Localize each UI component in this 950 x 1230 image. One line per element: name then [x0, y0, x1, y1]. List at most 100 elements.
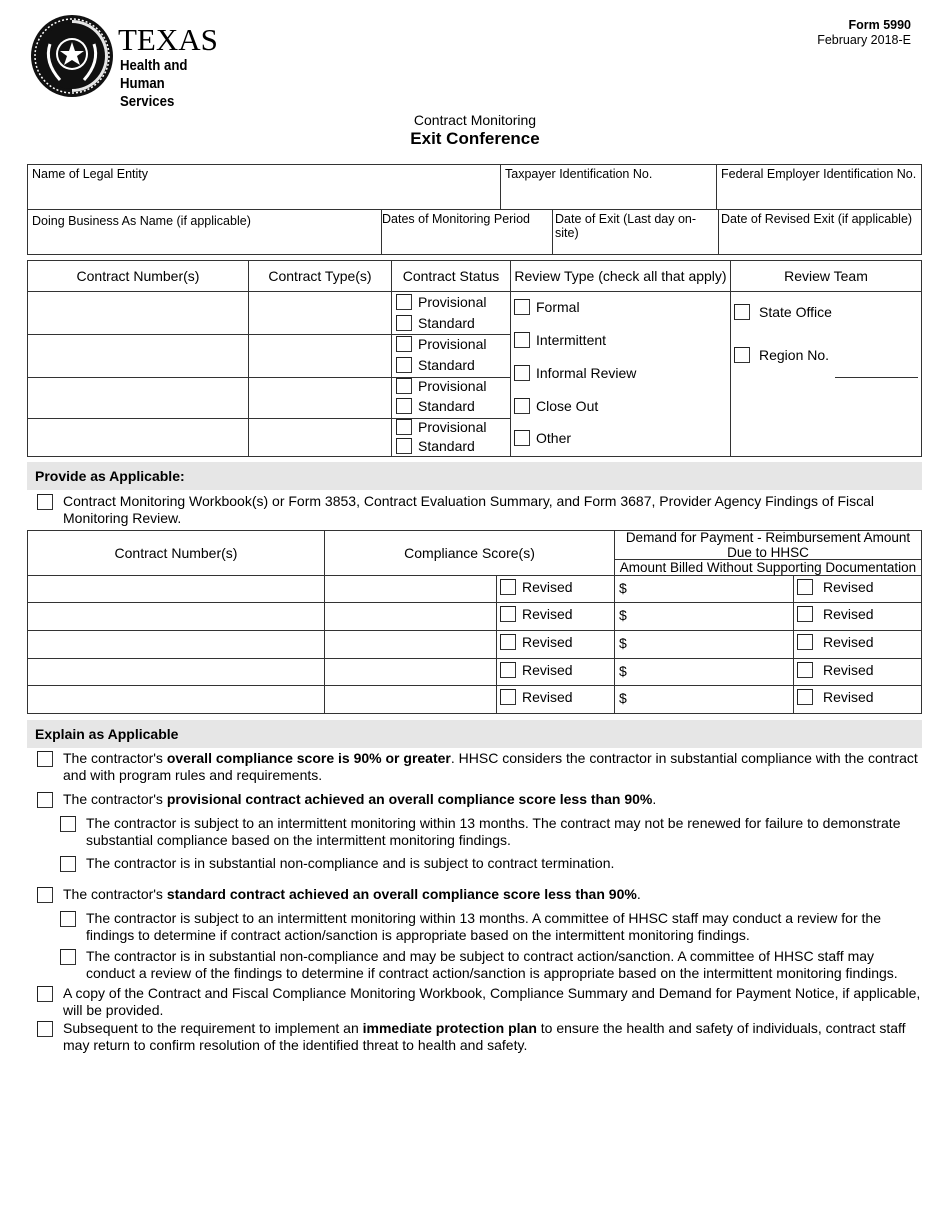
- status-provisional-option[interactable]: Provisional: [396, 419, 486, 435]
- contract-type-input[interactable]: [248, 334, 392, 378]
- text-part: The contractor is subject to an intermit…: [86, 910, 881, 943]
- compliance-score-input[interactable]: [324, 685, 497, 714]
- contract-type-input[interactable]: [248, 291, 392, 335]
- dba-field[interactable]: Doing Business As Name (if applicable): [27, 209, 382, 255]
- amount-billed-input[interactable]: $: [614, 602, 794, 631]
- checkbox[interactable]: [396, 378, 412, 394]
- checkbox[interactable]: [500, 689, 516, 705]
- page-title: Exit Conference: [410, 129, 540, 148]
- review-team-cell: State Office Region No.: [730, 291, 922, 457]
- taxpayer-id-field[interactable]: Taxpayer Identification No.: [500, 164, 717, 210]
- contract-type-input[interactable]: [248, 418, 392, 457]
- checkbox[interactable]: [797, 606, 813, 622]
- checkbox[interactable]: [37, 887, 53, 903]
- review-type-intermittent[interactable]: Intermittent: [514, 332, 606, 348]
- checkbox[interactable]: [396, 336, 412, 352]
- checkbox[interactable]: [797, 579, 813, 595]
- checkbox[interactable]: [500, 579, 516, 595]
- compliance-score-input[interactable]: [324, 602, 497, 631]
- checkbox[interactable]: [514, 430, 530, 446]
- page-subtitle: Contract Monitoring: [413, 112, 537, 128]
- checkbox[interactable]: [37, 792, 53, 808]
- checkbox[interactable]: [514, 398, 530, 414]
- status-standard-option[interactable]: Standard: [396, 315, 475, 331]
- checkbox[interactable]: [37, 986, 53, 1002]
- amount-billed-input[interactable]: $: [614, 575, 794, 603]
- review-team-region[interactable]: Region No.: [734, 347, 829, 363]
- review-type-close-out[interactable]: Close Out: [514, 398, 598, 414]
- checkbox[interactable]: [797, 689, 813, 705]
- checkbox[interactable]: [396, 438, 412, 454]
- contract-number-input[interactable]: [27, 418, 249, 457]
- contract-number-input[interactable]: [27, 291, 249, 335]
- status-provisional-option[interactable]: Provisional: [396, 378, 486, 394]
- contract-type-input[interactable]: [248, 377, 392, 419]
- status-standard-option[interactable]: Standard: [396, 357, 475, 373]
- review-team-state-office[interactable]: State Office: [734, 304, 832, 320]
- option-label: Region No.: [759, 347, 830, 363]
- logo-agency-text: Health and Human Services: [120, 57, 234, 111]
- score-revised-option[interactable]: Revised: [500, 662, 573, 678]
- checkbox[interactable]: [396, 357, 412, 373]
- checkbox[interactable]: [734, 347, 750, 363]
- compliance-contract-number-input[interactable]: [27, 658, 325, 686]
- checkbox[interactable]: [37, 494, 53, 510]
- review-type-formal[interactable]: Formal: [514, 299, 580, 315]
- review-type-other[interactable]: Other: [514, 430, 571, 446]
- score-revised-option[interactable]: Revised: [500, 579, 573, 595]
- amount-revised-option[interactable]: Revised: [797, 689, 874, 705]
- checkbox[interactable]: [500, 634, 516, 650]
- checkbox[interactable]: [797, 662, 813, 678]
- checkbox[interactable]: [37, 1021, 53, 1037]
- legal-entity-field[interactable]: Name of Legal Entity: [27, 164, 501, 210]
- compliance-contract-number-input[interactable]: [27, 602, 325, 631]
- amount-billed-input[interactable]: $: [614, 685, 794, 714]
- review-type-informal[interactable]: Informal Review: [514, 365, 636, 381]
- checkbox[interactable]: [396, 398, 412, 414]
- contract-number-input[interactable]: [27, 334, 249, 378]
- checkbox[interactable]: [734, 304, 750, 320]
- monitoring-period-field[interactable]: Dates of Monitoring Period: [381, 209, 553, 255]
- compliance-score-input[interactable]: [324, 575, 497, 603]
- amount-revised-option[interactable]: Revised: [797, 662, 874, 678]
- texas-star-seal-icon: [31, 15, 113, 97]
- checkbox[interactable]: [514, 365, 530, 381]
- status-standard-option[interactable]: Standard: [396, 438, 475, 454]
- option-label: Revised: [522, 579, 573, 595]
- score-revised-option[interactable]: Revised: [500, 634, 573, 650]
- checkbox[interactable]: [514, 332, 530, 348]
- status-provisional-option[interactable]: Provisional: [396, 294, 486, 310]
- checkbox[interactable]: [60, 911, 76, 927]
- checkbox[interactable]: [396, 315, 412, 331]
- checkbox[interactable]: [797, 634, 813, 650]
- amount-revised-option[interactable]: Revised: [797, 634, 874, 650]
- amount-billed-input[interactable]: $: [614, 658, 794, 686]
- checkbox[interactable]: [60, 949, 76, 965]
- compliance-score-input[interactable]: [324, 630, 497, 659]
- checkbox[interactable]: [500, 606, 516, 622]
- checkbox[interactable]: [500, 662, 516, 678]
- compliance-contract-number-input[interactable]: [27, 630, 325, 659]
- compliance-score-input[interactable]: [324, 658, 497, 686]
- checkbox[interactable]: [396, 294, 412, 310]
- amount-revised-option[interactable]: Revised: [797, 579, 874, 595]
- region-number-input-line[interactable]: [835, 377, 918, 378]
- revised-exit-date-field[interactable]: Date of Revised Exit (if applicable): [718, 209, 922, 255]
- score-revised-option[interactable]: Revised: [500, 689, 573, 705]
- fein-field[interactable]: Federal Employer Identification No.: [716, 164, 922, 210]
- amount-revised-option[interactable]: Revised: [797, 606, 874, 622]
- checkbox[interactable]: [396, 419, 412, 435]
- checkbox[interactable]: [60, 816, 76, 832]
- checkbox[interactable]: [37, 751, 53, 767]
- status-standard-option[interactable]: Standard: [396, 398, 475, 414]
- checkbox[interactable]: [60, 856, 76, 872]
- score-revised-option[interactable]: Revised: [500, 606, 573, 622]
- currency-symbol: $: [619, 663, 627, 679]
- amount-billed-input[interactable]: $: [614, 630, 794, 659]
- compliance-contract-number-input[interactable]: [27, 685, 325, 714]
- status-provisional-option[interactable]: Provisional: [396, 336, 486, 352]
- contract-number-input[interactable]: [27, 377, 249, 419]
- compliance-contract-number-input[interactable]: [27, 575, 325, 603]
- checkbox[interactable]: [514, 299, 530, 315]
- exit-date-field[interactable]: Date of Exit (Last day on-site): [552, 209, 719, 255]
